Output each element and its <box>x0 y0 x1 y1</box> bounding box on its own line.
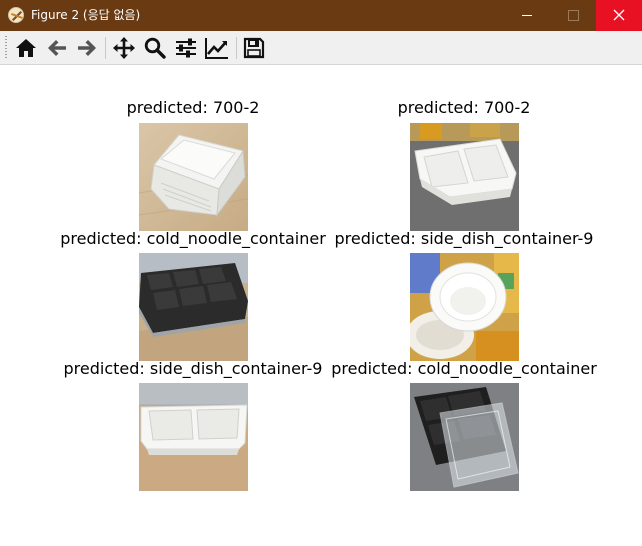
save-button[interactable] <box>242 36 266 60</box>
toolbar-separator <box>236 37 237 59</box>
figure-canvas[interactable]: predicted: 700-2 predicted: 700-2 predic… <box>0 65 642 546</box>
close-icon <box>613 9 625 21</box>
toolbar-grip[interactable] <box>5 36 7 60</box>
subplot-image <box>410 123 519 231</box>
arrow-right-icon <box>78 40 96 56</box>
maximize-button[interactable] <box>550 0 596 31</box>
edit-axis-button[interactable] <box>205 36 229 60</box>
close-button[interactable] <box>596 0 642 31</box>
minimize-icon <box>522 15 532 16</box>
window-title: Figure 2 (응답 없음) <box>31 8 141 22</box>
move-icon <box>113 37 135 59</box>
subplot-title: predicted: cold_noodle_container <box>60 229 326 248</box>
arrow-left-icon <box>48 40 66 56</box>
toolbar-separator <box>105 37 106 59</box>
subplot-image <box>410 383 519 491</box>
configure-subplots-button[interactable] <box>174 36 198 60</box>
subplot-image <box>139 123 248 231</box>
subplot-title: predicted: side_dish_container-9 <box>334 229 594 248</box>
matplotlib-app-icon <box>8 7 24 23</box>
home-button[interactable] <box>14 36 38 60</box>
minimize-button[interactable] <box>504 0 550 31</box>
subplot-image <box>139 383 248 491</box>
pan-button[interactable] <box>112 36 136 60</box>
subplot-title: predicted: side_dish_container-9 <box>63 359 323 378</box>
subplot-title: predicted: cold_noodle_container <box>331 359 597 378</box>
subplot-title: predicted: 700-2 <box>397 98 531 117</box>
subplot-title: predicted: 700-2 <box>126 98 260 117</box>
zoom-button[interactable] <box>143 36 167 60</box>
subplot-image <box>410 253 519 361</box>
back-button[interactable] <box>45 36 69 60</box>
forward-button[interactable] <box>75 36 99 60</box>
subplot-image <box>139 253 248 361</box>
navigation-toolbar <box>0 31 642 65</box>
title-bar: Figure 2 (응답 없음) <box>0 0 642 31</box>
maximize-icon <box>568 10 579 21</box>
sliders-icon <box>176 38 196 58</box>
home-icon <box>16 39 36 57</box>
save-icon <box>243 37 265 59</box>
chart-line-icon <box>205 38 228 59</box>
search-icon <box>144 37 166 59</box>
